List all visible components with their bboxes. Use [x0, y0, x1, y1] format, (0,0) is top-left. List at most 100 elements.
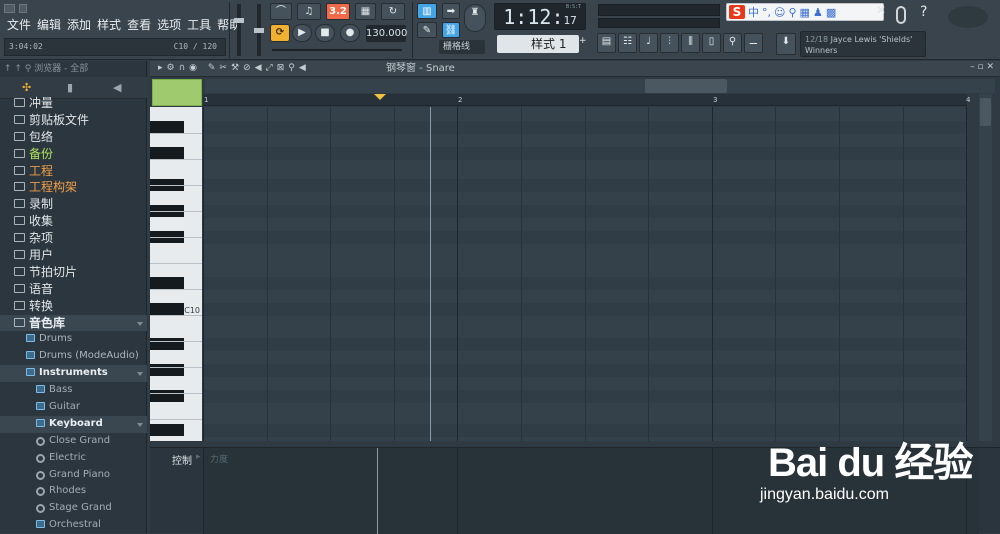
snap-selector[interactable]: 栅格线 [439, 40, 485, 54]
horizontal-scrollbar[interactable] [205, 79, 995, 93]
download-icon[interactable]: ⬇ [776, 33, 796, 55]
black-key[interactable] [150, 424, 184, 436]
vertical-scrollbar[interactable] [979, 94, 992, 441]
ime-keyboard-icon[interactable]: ▦ [800, 6, 810, 19]
channel-rack-icon[interactable]: ☷ [618, 33, 637, 53]
browser-folder[interactable]: 收集 [0, 213, 147, 230]
song-position-clock[interactable]: 1:12:17 B:S:T [494, 3, 586, 30]
ime-tools-icon[interactable]: ▩ [826, 6, 836, 19]
browser-subfolder[interactable]: Drums (ModeAudio) [0, 348, 147, 365]
collapse-icon[interactable] [137, 422, 143, 427]
pattern-selector[interactable]: 样式 1 [497, 35, 579, 53]
mic-icon[interactable]: ⚊ [744, 33, 763, 53]
browser-subfolder[interactable]: Close Grand [0, 433, 147, 450]
browser-folder[interactable]: 工程 [0, 163, 147, 180]
close-icon[interactable]: ✕ [876, 3, 886, 17]
menu-edit[interactable]: 编辑 [34, 16, 64, 34]
ime-voice-icon[interactable]: ⚲ [788, 6, 796, 19]
pat-song-toggle[interactable]: ⟳ [270, 24, 290, 42]
piano-roll-toolbar-icons[interactable]: ▸⚙∩◉ ✎✂⚒⊘◀⤢⊠⚲◀ [158, 63, 310, 73]
loop-record-icon[interactable]: ↻ [381, 3, 405, 20]
browser-subfolder[interactable]: Grand Piano [0, 467, 147, 484]
black-key[interactable] [150, 121, 184, 133]
typing-keyboard-icon[interactable]: ⌒ [270, 3, 292, 20]
browser-folder[interactable]: 备份 [0, 146, 147, 163]
ime-emoji-icon[interactable]: ☺ [774, 6, 785, 19]
browser-folder[interactable]: 剪贴板文件 [0, 112, 147, 129]
mixer-2-icon[interactable]: ⫼ [681, 33, 700, 53]
browser-folder[interactable]: 包络 [0, 129, 147, 146]
browser-plug-icon[interactable]: ◀ [113, 81, 121, 94]
browser-folder[interactable]: 录制 [0, 196, 147, 213]
menu-file[interactable]: 文件 [4, 16, 34, 34]
metronome-icon[interactable]: ♫ [297, 3, 321, 20]
menu-view[interactable]: 查看 [124, 16, 154, 34]
piano-keyboard[interactable]: C10 C9 [150, 107, 202, 441]
black-key[interactable] [150, 147, 184, 159]
collapse-icon[interactable] [137, 372, 143, 377]
piano-roll-corner[interactable] [152, 79, 202, 106]
play-button[interactable]: ▶ [292, 24, 312, 42]
tempo-display[interactable]: 130.000 [366, 25, 407, 42]
control-label[interactable]: 控制 [172, 452, 192, 467]
browser-subfolder[interactable]: Keyboard [0, 415, 147, 433]
master-volume-slider[interactable] [234, 4, 244, 56]
ime-toolbar[interactable]: S 中 °, ☺ ⚲ ▦ ♟ ▩ [726, 3, 884, 21]
plugin-icon[interactable]: ⚲ [723, 33, 742, 53]
arrow-right-icon[interactable]: ➡ [442, 3, 460, 19]
pitch-slider[interactable] [272, 49, 402, 51]
ime-skin-icon[interactable]: ♟ [813, 6, 823, 19]
playlist-icon[interactable]: ▤ [597, 33, 616, 53]
black-key[interactable] [150, 390, 184, 402]
menu-options[interactable]: 选项 [154, 16, 184, 34]
browser-subfolder[interactable]: Instruments [0, 365, 147, 383]
draw-tool-icon[interactable]: ✎ [417, 22, 437, 38]
browser-subfolder[interactable]: Rhodes [0, 483, 147, 500]
pat-song-counter[interactable]: 3.2 [326, 3, 350, 20]
vertical-scroll-thumb[interactable] [980, 98, 991, 126]
news-panel[interactable]: 12/18 Jayce Lewis 'Shields' Winners [800, 31, 926, 57]
browser-folder[interactable]: 节拍切片 [0, 264, 147, 281]
browser-folder[interactable]: 杂项 [0, 230, 147, 247]
playhead-marker[interactable] [374, 94, 386, 100]
browser-subfolder[interactable]: Orchestral [0, 517, 147, 534]
browser-star-icon[interactable]: ✣ [22, 81, 31, 94]
collapse-icon[interactable] [137, 321, 143, 326]
black-key[interactable] [150, 303, 184, 315]
browser-subfolder[interactable]: Guitar [0, 399, 147, 416]
browser-subfolder[interactable]: Drums [0, 331, 147, 348]
menu-add[interactable]: 添加 [64, 16, 94, 34]
help-icon[interactable]: ? [920, 4, 927, 20]
menu-tools[interactable]: 工具 [184, 16, 214, 34]
hat-icon[interactable]: ♜ [464, 4, 486, 32]
horizontal-scroll-thumb[interactable] [645, 79, 727, 93]
window-controls[interactable]: – ▫ ✕ [970, 62, 994, 72]
browser-folder[interactable]: 音色库 [0, 314, 147, 332]
browser-subfolder[interactable]: Bass [0, 382, 147, 399]
microphone-icon[interactable] [896, 6, 906, 24]
browser-folder[interactable]: 语音 [0, 281, 147, 298]
browser-subfolder[interactable]: Stage Grand [0, 500, 147, 517]
mixer-icon[interactable]: ⫶ [660, 33, 679, 53]
time-ruler[interactable]: 1 2 3 4 [203, 94, 970, 106]
typing-keyboard-button[interactable]: ▥ [417, 3, 437, 19]
browser-folder[interactable]: 工程构架 [0, 179, 147, 196]
browser-subfolder[interactable]: Electric [0, 450, 147, 467]
step-edit-icon[interactable]: ▦ [355, 3, 376, 20]
pattern-plus-icon[interactable]: + [579, 36, 587, 52]
black-key[interactable] [150, 277, 184, 289]
browser-file-icon[interactable]: ▮ [67, 81, 73, 94]
browser-folder[interactable]: 冲量 [0, 95, 147, 112]
file-icon[interactable]: ▯ [702, 33, 721, 53]
note-grid[interactable] [203, 107, 967, 441]
black-key[interactable] [150, 364, 184, 376]
window-menu-icon[interactable] [4, 4, 15, 13]
menu-patterns[interactable]: 样式 [94, 16, 124, 34]
piano-roll-icon[interactable]: ♩ [639, 33, 658, 53]
minimize-icon[interactable] [19, 4, 27, 13]
browser-folder[interactable]: 转换 [0, 298, 147, 315]
black-key[interactable] [150, 338, 184, 350]
ime-lang[interactable]: 中 [748, 4, 759, 20]
link-tool-icon[interactable]: ⛓ [442, 22, 460, 38]
stop-button[interactable]: ■ [315, 24, 335, 42]
